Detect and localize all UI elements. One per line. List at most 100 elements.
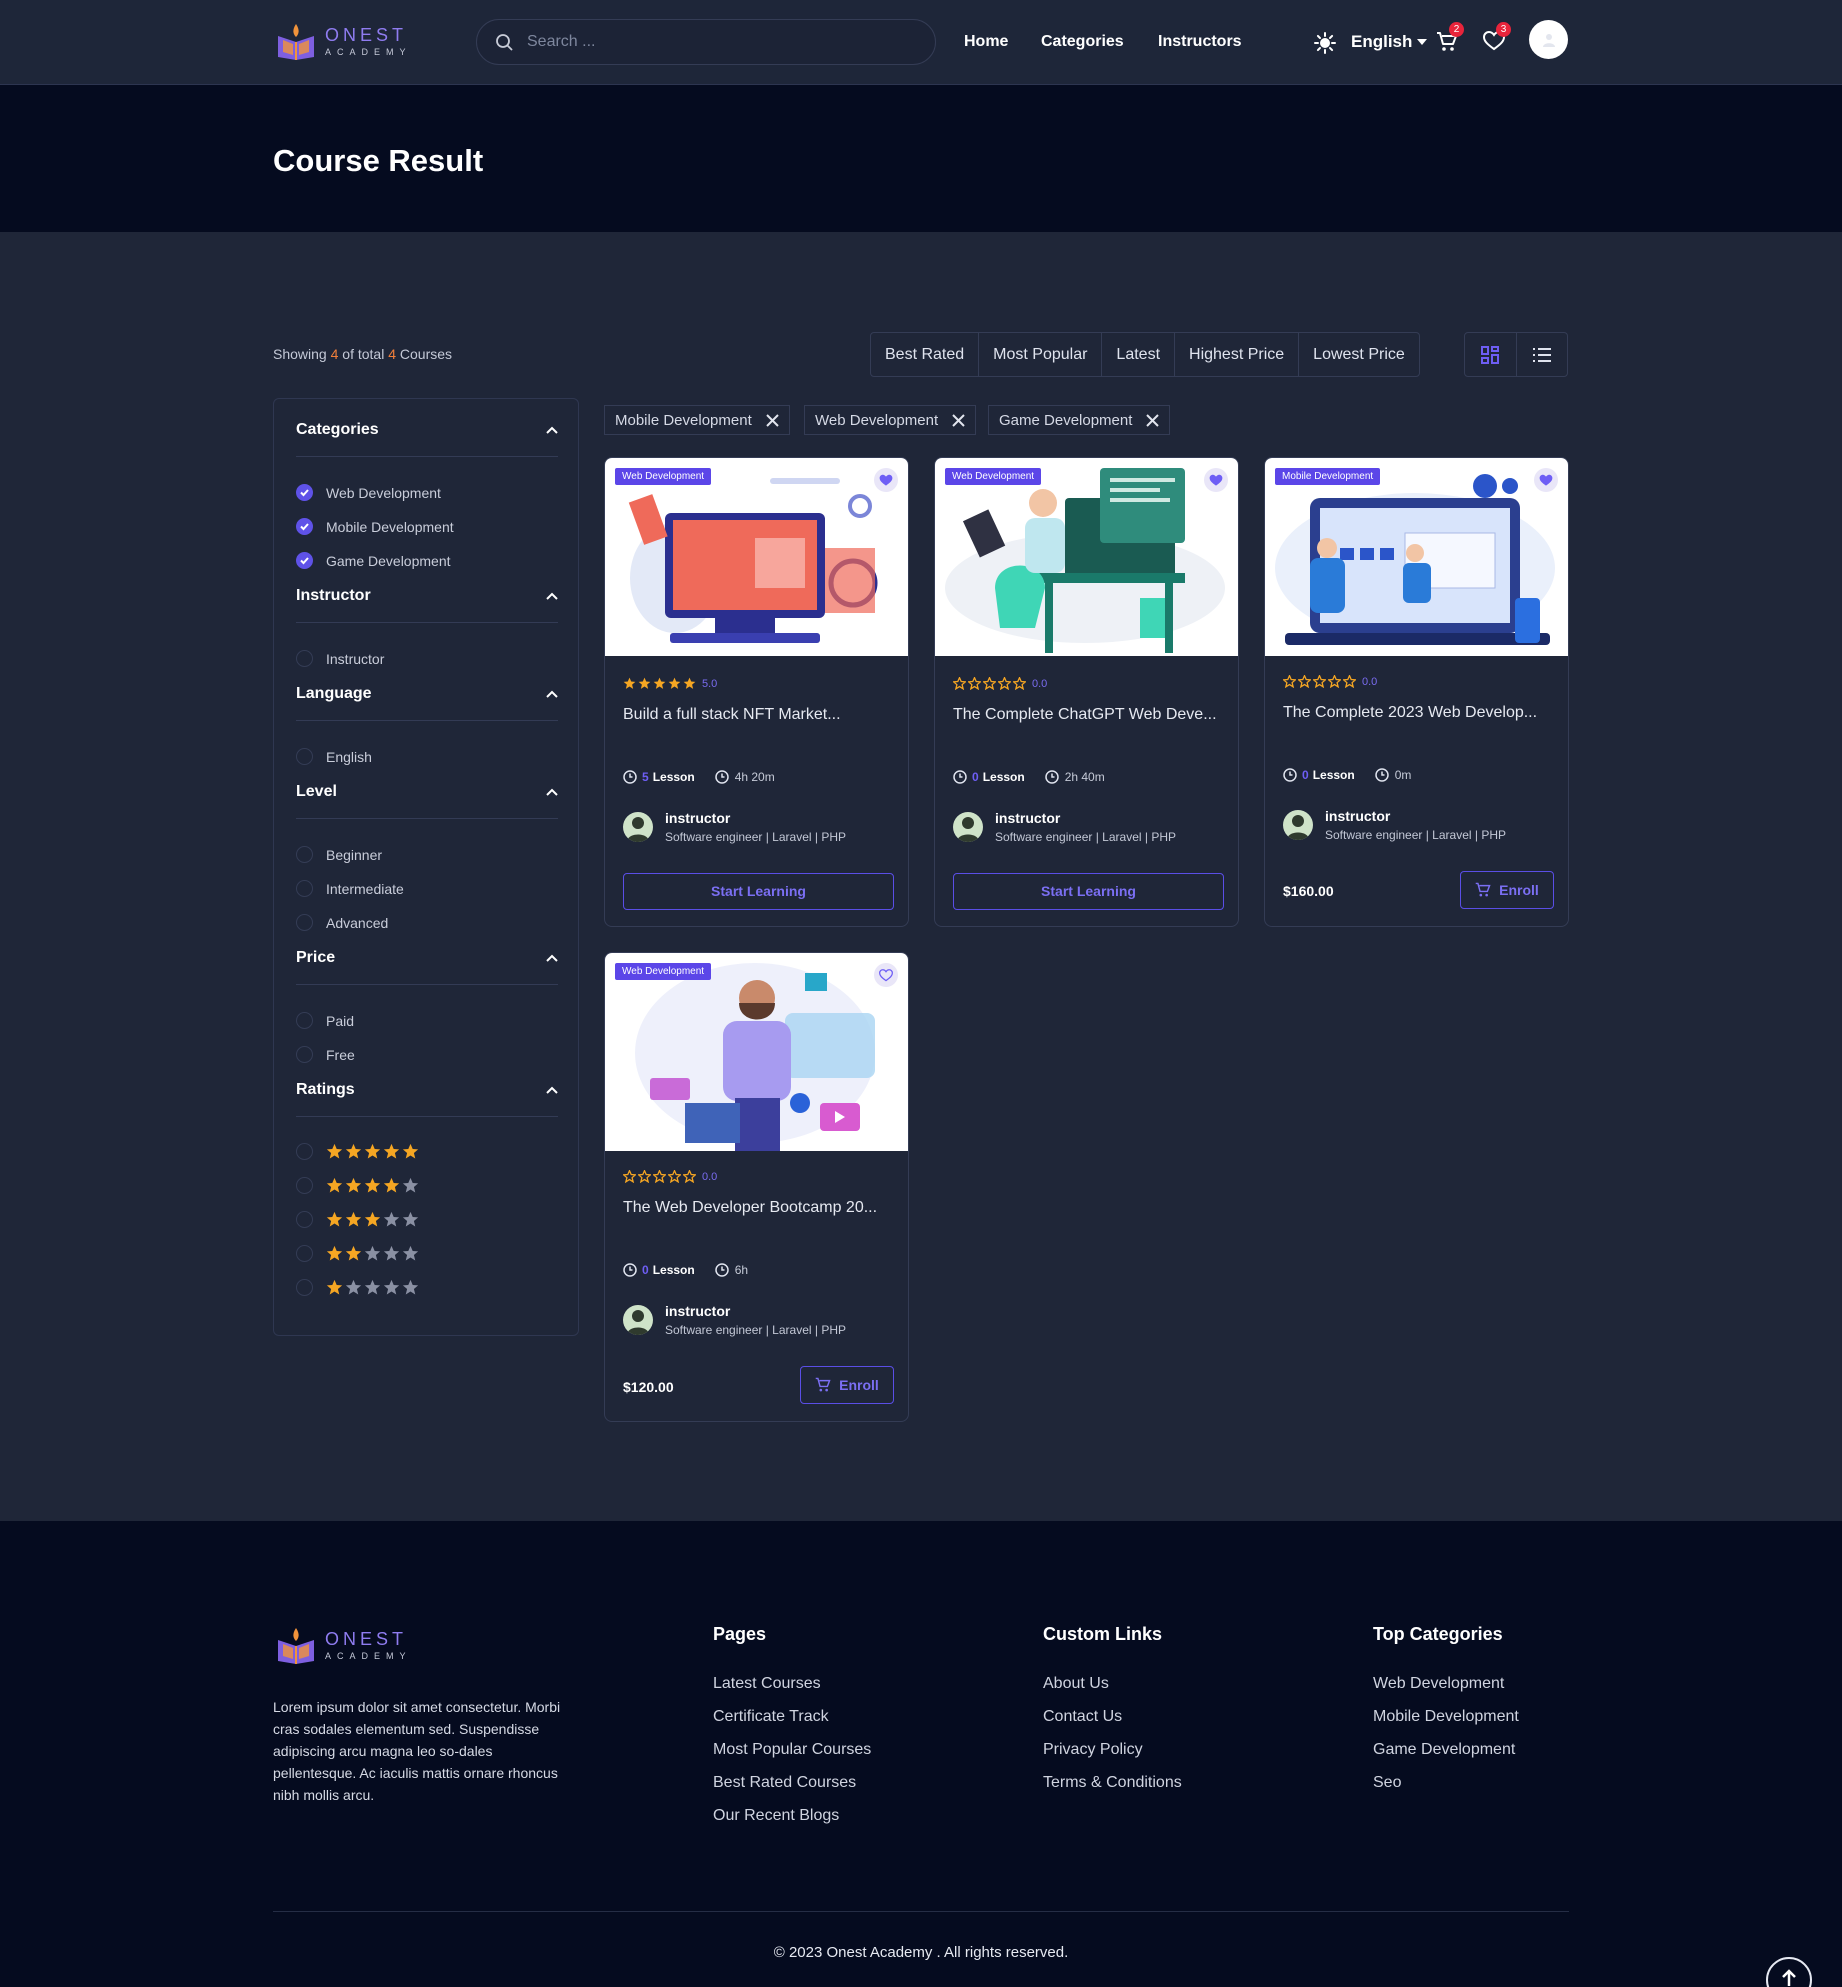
wishlist-toggle[interactable] bbox=[1204, 468, 1228, 492]
course-thumbnail[interactable]: Mobile Development bbox=[1265, 458, 1568, 656]
checkbox[interactable] bbox=[296, 846, 313, 863]
chevron-up-icon[interactable] bbox=[546, 426, 558, 434]
sort-latest[interactable]: Latest bbox=[1102, 333, 1176, 376]
filter-option-english[interactable]: English bbox=[296, 748, 372, 765]
filter-option-advanced[interactable]: Advanced bbox=[296, 914, 388, 931]
close-icon[interactable] bbox=[1146, 413, 1160, 427]
footer-link[interactable]: Certificate Track bbox=[713, 1708, 871, 1726]
checkbox[interactable] bbox=[296, 1211, 313, 1228]
filter-option-mobile-development[interactable]: Mobile Development bbox=[296, 518, 454, 535]
filter-rating-4[interactable] bbox=[296, 1177, 419, 1194]
course-title[interactable]: Build a full stack NFT Market... bbox=[623, 703, 898, 727]
footer-link[interactable]: Game Development bbox=[1373, 1741, 1519, 1759]
wishlist-toggle[interactable] bbox=[874, 468, 898, 492]
filter-level-title[interactable]: Level bbox=[296, 783, 337, 801]
footer-link[interactable]: Contact Us bbox=[1043, 1708, 1182, 1726]
chevron-up-icon[interactable] bbox=[546, 954, 558, 962]
cart-button[interactable]: 2 bbox=[1436, 22, 1464, 53]
checkbox[interactable] bbox=[296, 1012, 313, 1029]
checkbox[interactable] bbox=[296, 1046, 313, 1063]
checkbox[interactable] bbox=[296, 518, 313, 535]
filter-rating-1[interactable] bbox=[296, 1279, 419, 1296]
filter-rating-5[interactable] bbox=[296, 1143, 419, 1160]
course-instructor[interactable]: instructor Software engineer | Laravel |… bbox=[1283, 808, 1506, 842]
chevron-up-icon[interactable] bbox=[546, 592, 558, 600]
course-thumbnail[interactable]: Web Development bbox=[935, 458, 1238, 656]
course-instructor[interactable]: instructor Software engineer | Laravel |… bbox=[623, 810, 846, 844]
checkbox[interactable] bbox=[296, 748, 313, 765]
checkbox[interactable] bbox=[296, 650, 313, 667]
checkbox[interactable] bbox=[296, 552, 313, 569]
footer-link[interactable]: About Us bbox=[1043, 1675, 1182, 1693]
footer-link[interactable]: Web Development bbox=[1373, 1675, 1519, 1693]
footer-link[interactable]: Our Recent Blogs bbox=[713, 1807, 871, 1825]
wishlist-toggle[interactable] bbox=[1534, 468, 1558, 492]
filter-option-web-development[interactable]: Web Development bbox=[296, 484, 441, 501]
footer-link[interactable]: Latest Courses bbox=[713, 1675, 871, 1693]
checkbox[interactable] bbox=[296, 914, 313, 931]
filter-ratings-title[interactable]: Ratings bbox=[296, 1081, 355, 1099]
course-card[interactable]: Web Development 0.0 The Web Developer Bo… bbox=[604, 952, 909, 1422]
filter-instructor-title[interactable]: Instructor bbox=[296, 587, 371, 605]
filter-rating-2[interactable] bbox=[296, 1245, 419, 1262]
close-icon[interactable] bbox=[952, 413, 965, 427]
chevron-up-icon[interactable] bbox=[546, 1086, 558, 1094]
filter-option-beginner[interactable]: Beginner bbox=[296, 846, 382, 863]
chevron-up-icon[interactable] bbox=[546, 690, 558, 698]
course-instructor[interactable]: instructor Software engineer | Laravel |… bbox=[623, 1303, 846, 1337]
list-view-button[interactable] bbox=[1517, 333, 1568, 376]
filter-language-title[interactable]: Language bbox=[296, 685, 372, 703]
search-input[interactable] bbox=[527, 33, 907, 51]
filter-rating-3[interactable] bbox=[296, 1211, 419, 1228]
start-learning-button[interactable]: Start Learning bbox=[623, 873, 894, 910]
filter-categories-title[interactable]: Categories bbox=[296, 421, 379, 439]
nav-instructors[interactable]: Instructors bbox=[1158, 33, 1242, 51]
wishlist-toggle[interactable] bbox=[874, 963, 898, 987]
checkbox[interactable] bbox=[296, 880, 313, 897]
language-select[interactable]: English bbox=[1351, 32, 1428, 52]
course-card[interactable]: Web Development 0.0 The Complete ChatGPT… bbox=[934, 457, 1239, 927]
filter-price-title[interactable]: Price bbox=[296, 949, 335, 967]
course-title[interactable]: The Web Developer Bootcamp 20... bbox=[623, 1196, 898, 1220]
wishlist-button[interactable]: 3 bbox=[1483, 22, 1511, 51]
course-card[interactable]: Web Development 5.0 Build a full stack N… bbox=[604, 457, 909, 927]
chevron-up-icon[interactable] bbox=[546, 788, 558, 796]
sort-best-rated[interactable]: Best Rated bbox=[871, 333, 980, 376]
nav-home[interactable]: Home bbox=[964, 33, 1008, 51]
start-learning-button[interactable]: Start Learning bbox=[953, 873, 1224, 910]
nav-categories[interactable]: Categories bbox=[1041, 33, 1124, 51]
enroll-button[interactable]: Enroll bbox=[800, 1366, 894, 1404]
footer-link[interactable]: Most Popular Courses bbox=[713, 1741, 871, 1759]
course-title[interactable]: The Complete 2023 Web Develop... bbox=[1283, 701, 1558, 725]
footer-link[interactable]: Seo bbox=[1373, 1774, 1519, 1792]
sort-highest-price[interactable]: Highest Price bbox=[1175, 333, 1300, 376]
checkbox[interactable] bbox=[296, 1245, 313, 1262]
footer-link[interactable]: Mobile Development bbox=[1373, 1708, 1519, 1726]
checkbox[interactable] bbox=[296, 1279, 313, 1296]
filter-option-free[interactable]: Free bbox=[296, 1046, 355, 1063]
avatar[interactable] bbox=[1529, 20, 1568, 59]
course-thumbnail[interactable]: Web Development bbox=[605, 458, 908, 656]
filter-option-paid[interactable]: Paid bbox=[296, 1012, 354, 1029]
close-icon[interactable] bbox=[766, 413, 779, 427]
footer-logo[interactable]: ONEST ACADEMY bbox=[275, 1624, 412, 1666]
footer-link[interactable]: Terms & Conditions bbox=[1043, 1774, 1182, 1792]
footer-link[interactable]: Privacy Policy bbox=[1043, 1741, 1182, 1759]
header-logo[interactable]: ONEST ACADEMY bbox=[275, 20, 412, 62]
filter-option-game-development[interactable]: Game Development bbox=[296, 552, 451, 569]
enroll-button[interactable]: Enroll bbox=[1460, 871, 1554, 909]
sort-lowest-price[interactable]: Lowest Price bbox=[1299, 333, 1419, 376]
sort-most-popular[interactable]: Most Popular bbox=[979, 333, 1103, 376]
checkbox[interactable] bbox=[296, 1177, 313, 1194]
theme-toggle[interactable] bbox=[1314, 32, 1336, 54]
filter-option-instructor[interactable]: Instructor bbox=[296, 650, 384, 667]
filter-option-intermediate[interactable]: Intermediate bbox=[296, 880, 404, 897]
footer-link[interactable]: Best Rated Courses bbox=[713, 1774, 871, 1792]
checkbox[interactable] bbox=[296, 484, 313, 501]
course-card[interactable]: Mobile Development 0.0 The Complete 2023… bbox=[1264, 457, 1569, 927]
checkbox[interactable] bbox=[296, 1143, 313, 1160]
grid-view-button[interactable] bbox=[1465, 333, 1517, 376]
course-instructor[interactable]: instructor Software engineer | Laravel |… bbox=[953, 810, 1176, 844]
course-title[interactable]: The Complete ChatGPT Web Deve... bbox=[953, 703, 1228, 727]
course-thumbnail[interactable]: Web Development bbox=[605, 953, 908, 1151]
